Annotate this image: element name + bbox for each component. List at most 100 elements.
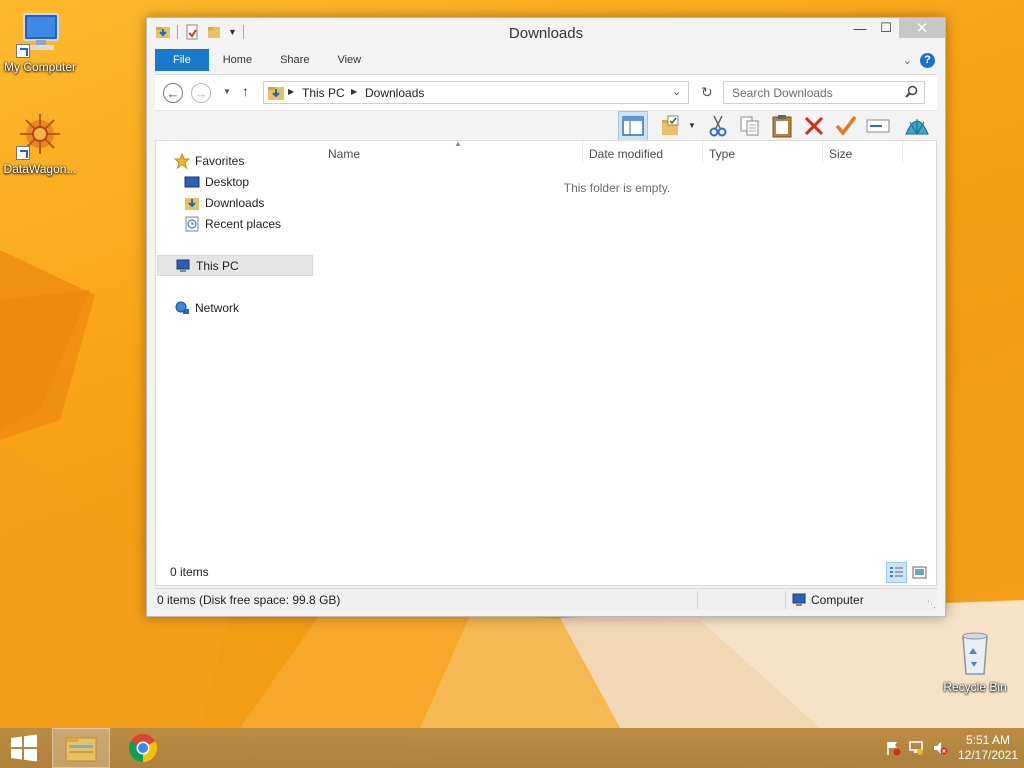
column-divider[interactable]	[902, 141, 903, 163]
preview-pane-icon	[622, 116, 644, 136]
column-divider[interactable]	[702, 141, 703, 163]
column-header-type[interactable]: Type	[709, 147, 735, 161]
taskbar-chrome[interactable]	[114, 728, 172, 768]
ribbon-tabs: File Home Share View ⌄ ?	[155, 49, 937, 71]
desktop-icon	[184, 174, 200, 190]
details-view-button[interactable]	[886, 562, 907, 583]
downloads-folder-icon	[268, 87, 284, 100]
status-disk-space: 0 items (Disk free space: 99.8 GB)	[157, 593, 341, 607]
details-view-icon	[890, 567, 903, 577]
explorer-window: ▼ Downloads — ☐ ✕ File Home Share View ⌄…	[146, 17, 946, 617]
navigation-pane: Favorites Desktop Downloads Recent place…	[156, 141, 320, 585]
window-title: Downloads	[508, 25, 584, 42]
nav-item-network[interactable]: Network	[174, 297, 332, 318]
scissors-icon	[709, 115, 727, 137]
large-icons-view-button[interactable]	[909, 562, 930, 583]
empty-folder-message: This folder is empty.	[563, 181, 671, 195]
maximize-button[interactable]: ☐	[873, 18, 899, 38]
breadcrumb-separator-icon[interactable]: ▶	[288, 87, 294, 96]
large-icons-view-icon	[912, 566, 927, 579]
nav-item-downloads[interactable]: Downloads	[184, 192, 342, 213]
delete-x-icon	[804, 116, 824, 136]
forward-button[interactable]: →	[191, 83, 211, 103]
address-bar[interactable]: ▶ This PC ▶ Downloads ⌄	[263, 81, 689, 104]
breadcrumb-separator-icon[interactable]: ▶	[351, 87, 357, 96]
network-share-button[interactable]	[902, 111, 932, 141]
forward-arrow-icon: →	[194, 85, 208, 101]
copy-button[interactable]	[735, 111, 765, 141]
resize-grip-icon[interactable]: ⋱	[927, 599, 936, 610]
status-bar: 0 items (Disk free space: 99.8 GB) Compu…	[155, 588, 937, 610]
close-button[interactable]: ✕	[899, 18, 945, 38]
paste-button[interactable]	[767, 111, 797, 141]
column-header-size[interactable]: Size	[829, 147, 852, 161]
breadcrumb-this-pc[interactable]: This PC	[302, 86, 345, 100]
column-divider[interactable]	[582, 141, 583, 163]
folder-options-button[interactable]	[657, 111, 687, 141]
minimize-button[interactable]: —	[847, 18, 873, 38]
column-header-name[interactable]: Name	[328, 147, 360, 161]
clipboard-icon	[772, 115, 792, 138]
back-button[interactable]: ←	[163, 83, 183, 103]
cut-button[interactable]	[703, 111, 733, 141]
network-icon	[174, 300, 190, 316]
nav-label: Favorites	[195, 153, 245, 168]
sort-indicator-icon: ▲	[454, 139, 462, 148]
desktop-icon-label: Recycle Bin	[943, 680, 1007, 694]
action-center-flag-icon[interactable]	[882, 740, 904, 756]
preview-pane-button[interactable]	[618, 111, 648, 141]
shell-icon	[905, 119, 929, 135]
rename-button[interactable]	[863, 111, 893, 141]
back-arrow-icon: ←	[166, 85, 180, 101]
delete-button[interactable]	[799, 111, 829, 141]
start-button[interactable]	[0, 728, 48, 768]
recent-locations-icon[interactable]: ▼	[223, 87, 231, 96]
clock[interactable]: 5:51 AM 12/17/2021	[952, 733, 1024, 763]
search-input[interactable]	[724, 82, 894, 103]
up-arrow-icon[interactable]: ↑	[242, 83, 249, 99]
datawagon-icon	[16, 112, 64, 160]
taskbar: 5:51 AM 12/17/2021	[0, 728, 1024, 768]
nav-label: Recent places	[205, 216, 282, 231]
items-count: 0 items	[170, 565, 209, 579]
command-toolbar: ▼	[155, 110, 937, 141]
file-explorer-icon	[65, 737, 97, 762]
folder-options-dropdown-icon[interactable]: ▼	[688, 121, 696, 130]
star-icon	[173, 152, 191, 169]
computer-icon	[16, 10, 64, 58]
tab-file[interactable]: File	[155, 49, 209, 71]
help-icon[interactable]: ?	[920, 52, 935, 68]
content-area: Favorites Desktop Downloads Recent place…	[155, 139, 937, 586]
tab-share[interactable]: Share	[266, 49, 323, 71]
nav-item-this-pc[interactable]: This PC	[157, 255, 313, 276]
breadcrumb-downloads[interactable]: Downloads	[365, 86, 424, 100]
nav-label: Downloads	[205, 195, 265, 210]
taskbar-file-explorer[interactable]	[52, 728, 110, 768]
column-header-date-modified[interactable]: Date modified	[589, 147, 663, 161]
view-switcher	[886, 562, 930, 583]
nav-label: Desktop	[205, 174, 250, 189]
tab-view[interactable]: View	[323, 49, 375, 71]
rename-icon	[866, 119, 890, 133]
column-divider[interactable]	[822, 141, 823, 163]
search-box	[723, 81, 925, 104]
desktop-icon-label: DataWagon...	[3, 162, 77, 176]
search-icon[interactable]	[905, 85, 918, 101]
expand-ribbon-icon[interactable]: ⌄	[903, 54, 912, 67]
nav-item-favorites[interactable]: Favorites	[173, 150, 332, 171]
checkmark-icon	[835, 115, 857, 136]
nav-item-recent-places[interactable]: Recent places	[184, 213, 342, 234]
tab-home[interactable]: Home	[209, 49, 266, 71]
desktop-icon-my-computer[interactable]: My Computer	[0, 10, 80, 74]
nav-item-desktop[interactable]: Desktop	[184, 171, 342, 192]
copy-icon	[740, 116, 759, 136]
status-divider	[785, 591, 786, 609]
clock-date: 12/17/2021	[957, 748, 1019, 762]
desktop-icon-recycle-bin[interactable]: Recycle Bin	[935, 630, 1015, 694]
desktop-icon-datawagon[interactable]: DataWagon...	[0, 112, 80, 176]
properties-button[interactable]	[831, 111, 861, 141]
volume-muted-icon[interactable]	[928, 740, 952, 756]
refresh-icon[interactable]: ↻	[701, 84, 713, 101]
network-tray-icon[interactable]	[904, 740, 928, 756]
address-dropdown-icon[interactable]: ⌄	[672, 85, 681, 98]
